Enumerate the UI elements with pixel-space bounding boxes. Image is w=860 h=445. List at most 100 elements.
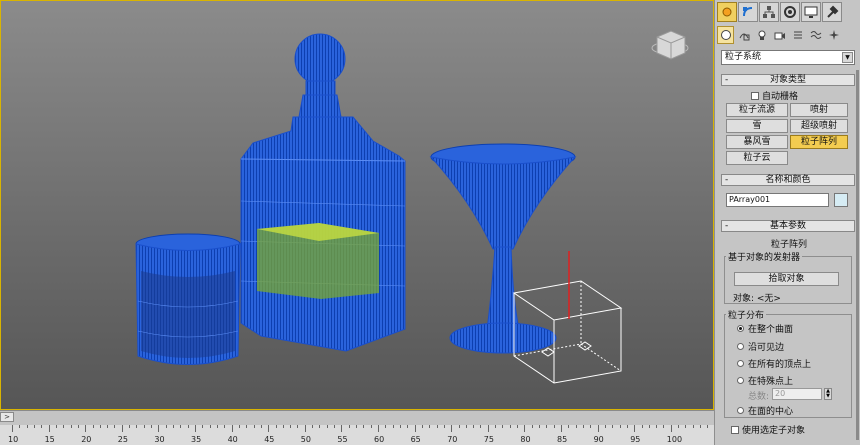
command-panel-tabs [717, 2, 859, 22]
radio-dot[interactable] [737, 343, 744, 350]
radio-at-all-vertices[interactable]: 在所有的顶点上 [737, 357, 811, 370]
use-selected-checkbox-box[interactable] [731, 425, 739, 434]
shapes-icon[interactable] [735, 26, 752, 44]
timeline-minor-tick [370, 425, 372, 428]
radio-dot[interactable] [737, 325, 744, 332]
timeline-minor-tick [612, 425, 614, 428]
object-type-title: 对象类型 [769, 75, 806, 85]
viewcube[interactable] [651, 30, 689, 60]
timeline-minor-tick [414, 425, 416, 428]
spacewarps-icon[interactable] [807, 26, 824, 44]
timeline-minor-tick [363, 425, 365, 428]
timeline-minor-tick [458, 425, 460, 428]
timeline-minor-tick [392, 425, 394, 428]
pf-source-button[interactable]: 粒子流源 [726, 103, 788, 117]
cameras-icon[interactable] [771, 26, 788, 44]
timeline-minor-tick [209, 425, 211, 428]
timeline-minor-tick [648, 425, 650, 428]
basic-params-rollout-header[interactable]: - 基本参数 [721, 220, 855, 232]
object-type-rollout-header[interactable]: - 对象类型 [721, 74, 855, 86]
timeline-tick-label: 85 [557, 435, 568, 444]
hierarchy-tab-icon[interactable] [759, 2, 779, 22]
timeline-tick-label: 65 [410, 435, 421, 444]
use-selected-subobjects-checkbox[interactable]: 使用选定子对象 [731, 423, 805, 436]
timeline-minor-tick [707, 425, 709, 428]
autogrid-checkbox-box[interactable] [751, 91, 759, 100]
timeline-minor-tick [663, 425, 665, 428]
pick-object-button[interactable]: 拾取对象 [734, 272, 839, 286]
timeline-minor-tick [436, 425, 438, 428]
distribution-group-title: 粒子分布 [726, 308, 767, 321]
modify-tab-icon[interactable] [738, 2, 758, 22]
timeline-minor-tick [165, 425, 167, 428]
timeline-minor-tick [656, 425, 658, 428]
timeline-minor-tick [187, 425, 189, 428]
radio-along-visible-edges[interactable]: 沿可见边 [737, 340, 784, 353]
timeline-minor-tick [429, 425, 431, 428]
systems-icon[interactable] [825, 26, 842, 44]
display-tab-icon[interactable] [801, 2, 821, 22]
timeline-minor-tick [334, 425, 336, 428]
radio-dot[interactable] [737, 360, 744, 367]
timeline-arrow[interactable]: > [0, 412, 14, 422]
object-name-field[interactable]: PArray001 [726, 193, 829, 207]
radio-dot[interactable] [737, 377, 744, 384]
tumbler-glass-wireframe[interactable] [135, 233, 241, 365]
super-spray-button[interactable]: 超级喷射 [790, 119, 848, 133]
decanter-wireframe[interactable] [240, 33, 406, 352]
object-color-swatch[interactable] [834, 193, 848, 207]
timeline-tick-label: 100 [666, 435, 683, 444]
timeline-minor-tick [626, 425, 628, 428]
pcloud-button[interactable]: 粒子云 [726, 151, 788, 165]
blizzard-button[interactable]: 暴风雪 [726, 135, 788, 149]
chevron-down-icon[interactable]: ▼ [842, 52, 853, 63]
create-tab-icon[interactable] [717, 2, 737, 22]
timeline[interactable]: > 10 15 20 25 30 35 40 45 50 55 60 65 70 75 80 85 90 95 10… [0, 410, 714, 445]
perspective-viewport[interactable] [0, 0, 714, 410]
category-dropdown-value: 粒子系统 [725, 52, 762, 62]
timeline-minor-tick [678, 425, 680, 428]
timeline-minor-tick [99, 425, 101, 428]
category-dropdown[interactable]: 粒子系统 ▼ [721, 50, 855, 65]
track-bar-ruler[interactable]: 10 15 20 25 30 35 40 45 50 55 60 65 70 75 80 85 90 95 100 [0, 425, 714, 445]
panel-scrollbar[interactable] [856, 70, 859, 440]
radio-at-face-centers[interactable]: 在面的中心 [737, 404, 793, 417]
lights-icon[interactable] [753, 26, 770, 44]
radio-over-entire-surface[interactable]: 在整个曲面 [737, 322, 793, 335]
motion-tab-icon[interactable] [780, 2, 800, 22]
radio-dot[interactable] [737, 407, 744, 414]
autogrid-checkbox[interactable]: 自动栅格 [751, 89, 798, 102]
collapse-icon: - [725, 75, 729, 85]
spinner-arrows-icon[interactable]: ▲ ▼ [824, 388, 832, 400]
total-spinner[interactable]: 20 [772, 388, 822, 400]
timeline-tick-label: 30 [154, 435, 165, 444]
timeline-minor-tick [282, 425, 284, 428]
timeline-minor-tick [19, 425, 21, 428]
timeline-minor-tick [224, 425, 226, 428]
snow-button[interactable]: 雪 [726, 119, 788, 133]
martini-glass-wireframe[interactable] [429, 143, 577, 354]
timeline-minor-tick [238, 425, 240, 428]
parray-button[interactable]: 粒子阵列 [790, 135, 848, 149]
spray-button[interactable]: 喷射 [790, 103, 848, 117]
timeline-minor-tick [407, 425, 409, 428]
timeline-minor-tick [92, 425, 94, 428]
helpers-icon[interactable] [789, 26, 806, 44]
radio-at-distinct-points[interactable]: 在特殊点上 [737, 374, 793, 387]
collapse-icon: - [725, 221, 729, 231]
geometry-icon[interactable] [717, 26, 734, 44]
name-color-title: 名称和颜色 [765, 175, 811, 185]
emitter-gizmo[interactable] [512, 251, 623, 384]
utilities-tab-icon[interactable] [822, 2, 842, 22]
timeline-tick-label: 40 [227, 435, 238, 444]
timeline-minor-tick [33, 425, 35, 428]
timeline-minor-tick [502, 425, 504, 428]
name-color-rollout-header[interactable]: - 名称和颜色 [721, 174, 855, 186]
emitter-object-label: 对象: <无> [733, 294, 781, 304]
timeline-minor-tick [575, 425, 577, 428]
timeline-minor-tick [700, 425, 702, 428]
timeline-minor-tick [151, 425, 153, 428]
timeline-minor-tick [443, 425, 445, 428]
timeline-minor-tick [77, 425, 79, 428]
timeline-minor-tick [290, 425, 292, 428]
